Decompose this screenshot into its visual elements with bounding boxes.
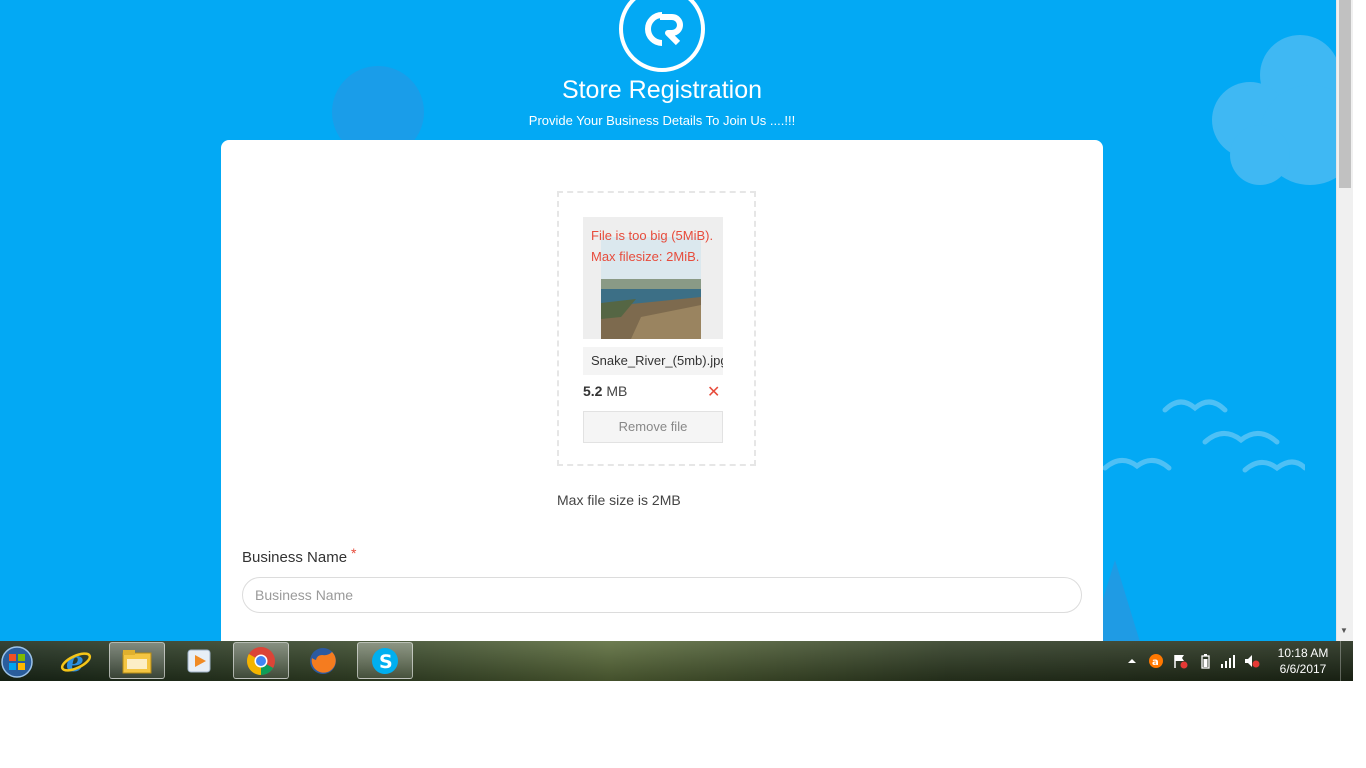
file-preview: File is too big (5MiB). Max filesize: 2M…	[575, 209, 727, 449]
clock-time: 10:18 AM	[1277, 646, 1329, 660]
folder-icon	[122, 649, 152, 673]
page-subtitle: Provide Your Business Details To Join Us…	[528, 113, 796, 128]
file-name: Snake_River_(5mb).jpg	[583, 347, 723, 375]
error-close-icon[interactable]: ✕	[707, 382, 720, 402]
avast-icon[interactable]: a	[1148, 653, 1164, 669]
business-name-label: Business Name *	[242, 545, 357, 566]
decorative-birds-icon	[1102, 399, 1305, 473]
firefox-logo-icon	[310, 647, 336, 674]
chrome-logo-icon	[247, 646, 275, 675]
network-signal-icon[interactable]	[1220, 653, 1236, 669]
file-size-hint: Max file size is 2MB	[557, 492, 681, 508]
decorative-cloud-icon	[1212, 35, 1353, 185]
show-desktop-button[interactable]	[1340, 641, 1353, 681]
skype-icon[interactable]: S	[357, 642, 413, 679]
svg-text:S: S	[379, 651, 393, 673]
start-orb[interactable]	[0, 643, 34, 679]
clock-date: 6/6/2017	[1279, 662, 1327, 676]
skype-logo-icon: S	[372, 647, 398, 674]
file-dropzone[interactable]: File is too big (5MiB). Max filesize: 2M…	[557, 191, 756, 466]
battery-icon[interactable]	[1197, 653, 1213, 669]
cr-logo-icon	[645, 12, 683, 46]
svg-text:e: e	[66, 645, 84, 677]
file-size-unit: MB	[606, 383, 628, 399]
media-player-icon[interactable]	[171, 642, 227, 679]
file-error-message: File is too big (5MiB). Max filesize: 2M…	[591, 228, 714, 264]
windows-taskbar: e S a 10:18 AM 6/6/2017	[0, 641, 1353, 681]
chrome-icon[interactable]	[233, 642, 289, 679]
scrollbar-thumb[interactable]	[1339, 0, 1351, 188]
remove-file-button[interactable]: Remove file	[583, 411, 723, 443]
browser-viewport: Store Registration Provide Your Business…	[0, 0, 1353, 641]
business-name-label-text: Business Name	[242, 549, 348, 566]
file-size: 5.2 MB	[583, 383, 627, 399]
internet-explorer-icon[interactable]: e	[48, 642, 104, 679]
page-scrollbar[interactable]: ▼	[1336, 0, 1353, 641]
scroll-down-arrow-icon[interactable]: ▼	[1340, 626, 1348, 635]
volume-muted-icon[interactable]	[1244, 653, 1260, 669]
business-name-input[interactable]	[242, 577, 1082, 613]
ie-logo-icon: e	[60, 645, 92, 677]
svg-text:a: a	[1152, 657, 1159, 668]
file-thumbnail: File is too big (5MiB). Max filesize: 2M…	[583, 217, 723, 339]
registration-card: File is too big (5MiB). Max filesize: 2M…	[221, 140, 1103, 641]
file-size-value: 5.2	[583, 383, 603, 399]
firefox-icon[interactable]	[295, 642, 351, 679]
show-hidden-icons-arrow[interactable]	[1124, 653, 1140, 669]
file-explorer-icon[interactable]	[109, 642, 165, 679]
taskbar-clock[interactable]: 10:18 AM 6/6/2017	[1270, 645, 1336, 677]
brand-logo	[619, 0, 705, 72]
play-icon	[187, 649, 211, 672]
required-marker: *	[351, 545, 357, 561]
page-title: Store Registration	[561, 76, 763, 104]
action-center-flag-icon[interactable]	[1172, 653, 1188, 669]
